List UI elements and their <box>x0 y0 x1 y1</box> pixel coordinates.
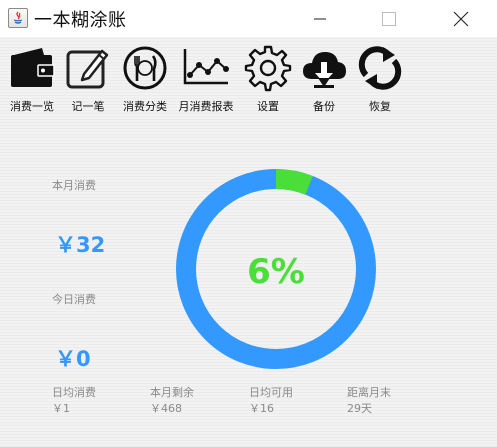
toolbar-restore-label: 恢复 <box>369 100 391 113</box>
line-chart-icon <box>183 48 229 84</box>
toolbar-overview-button[interactable]: 消费一览 <box>4 42 60 114</box>
maximize-icon <box>382 12 396 26</box>
toolbar-record-button[interactable]: 记一笔 <box>60 42 116 114</box>
toolbar-backup-label: 备份 <box>313 100 335 113</box>
daily-average-value: ￥1 <box>52 402 70 415</box>
window-title: 一本糊涂账 <box>34 10 127 31</box>
toolbar-category-label: 消费分类 <box>123 100 167 113</box>
toolbar-record-label: 记一笔 <box>71 100 105 113</box>
month-spend-label: 本月消费 <box>52 179 96 192</box>
minimize-icon <box>314 18 326 20</box>
java-app-icon[interactable] <box>8 8 28 28</box>
today-spend-value: ￥0 <box>55 347 91 371</box>
cutlery-icon <box>123 46 167 89</box>
month-remaining-value: ￥468 <box>150 402 182 415</box>
wallet-icon <box>11 47 55 87</box>
progress-ring-fill <box>275 169 313 195</box>
month-remaining-label: 本月剩余 <box>150 386 194 399</box>
daily-average-label: 日均消费 <box>52 386 96 399</box>
app-window: 一本糊涂账 消费一览 记一笔 消费分类 月消费报表 设置 备份 恢复 本月消费 … <box>0 0 497 447</box>
cloud-download-icon <box>303 51 346 88</box>
toolbar: 消费一览 记一笔 消费分类 月消费报表 设置 备份 恢复 <box>0 42 497 114</box>
progress-percent-text: 6% <box>247 252 305 292</box>
toolbar-report-label: 月消费报表 <box>178 100 234 113</box>
toolbar-report-button[interactable]: 月消费报表 <box>174 42 238 114</box>
days-to-month-end-value: 29天 <box>347 402 372 415</box>
toolbar-overview-label: 消费一览 <box>10 100 54 113</box>
close-button[interactable] <box>438 0 484 37</box>
toolbar-category-button[interactable]: 消费分类 <box>116 42 174 114</box>
title-bar: 一本糊涂账 <box>0 0 497 37</box>
days-to-month-end-label: 距离月末 <box>347 386 391 399</box>
close-icon <box>453 11 469 27</box>
edit-icon <box>66 49 109 88</box>
toolbar-settings-button[interactable]: 设置 <box>240 42 296 114</box>
toolbar-settings-label: 设置 <box>257 100 279 113</box>
daily-available-label: 日均可用 <box>249 386 293 399</box>
gear-icon <box>244 45 292 91</box>
month-spend-value: ￥32 <box>55 233 106 257</box>
maximize-button[interactable] <box>366 0 412 37</box>
toolbar-restore-button[interactable]: 恢复 <box>352 42 408 114</box>
toolbar-backup-button[interactable]: 备份 <box>296 42 352 114</box>
minimize-button[interactable] <box>297 0 343 37</box>
daily-available-value: ￥16 <box>249 402 274 415</box>
refresh-icon <box>358 45 402 90</box>
today-spend-label: 今日消费 <box>52 293 96 306</box>
